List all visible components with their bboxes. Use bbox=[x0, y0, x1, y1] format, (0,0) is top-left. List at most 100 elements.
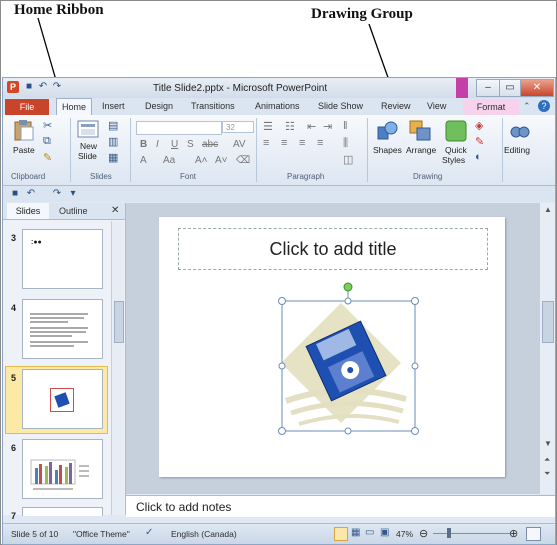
numbering-icon[interactable]: ☷ bbox=[285, 120, 295, 133]
align-center-icon[interactable]: ≡ bbox=[281, 137, 287, 149]
layout-icon[interactable]: ▤ bbox=[108, 119, 118, 132]
italic-icon[interactable]: I bbox=[156, 139, 159, 150]
tab-format[interactable]: Format bbox=[463, 99, 519, 115]
quick-styles-icon[interactable] bbox=[444, 119, 470, 143]
editing-button[interactable]: Editing bbox=[504, 145, 530, 155]
reset-icon[interactable]: ▥ bbox=[108, 135, 118, 148]
minimize-button[interactable]: – bbox=[476, 79, 500, 97]
strikethrough-icon[interactable]: abc bbox=[202, 139, 218, 150]
next-slide-icon[interactable]: ⏷ bbox=[544, 469, 550, 479]
reading-view-icon[interactable]: ▭ bbox=[365, 527, 374, 538]
zoom-slider[interactable] bbox=[433, 533, 511, 534]
indent-icon[interactable]: ⇤ bbox=[307, 120, 316, 133]
thumbnail-scrollbar[interactable] bbox=[111, 221, 124, 515]
tab-slide-show[interactable]: Slide Show bbox=[318, 101, 363, 111]
justify-icon[interactable]: ≡ bbox=[317, 137, 323, 149]
slide-thumbnail-6[interactable] bbox=[22, 439, 103, 499]
tab-home[interactable]: Home bbox=[56, 98, 92, 116]
close-button[interactable]: ✕ bbox=[520, 79, 554, 97]
align-right-icon[interactable]: ≡ bbox=[299, 137, 305, 149]
current-slide[interactable]: Click to add title bbox=[159, 217, 505, 477]
scroll-up-icon[interactable]: ▲ bbox=[544, 205, 552, 214]
previous-slide-icon[interactable]: ⏶ bbox=[544, 455, 550, 465]
shapes-button[interactable]: Shapes bbox=[373, 145, 402, 155]
section-icon[interactable]: ▦ bbox=[108, 151, 118, 164]
underline-icon[interactable]: U bbox=[171, 139, 178, 150]
font-color-icon[interactable]: A bbox=[140, 155, 147, 166]
minimize-ribbon-icon[interactable]: ⌃ bbox=[523, 101, 531, 112]
tab-review[interactable]: Review bbox=[381, 101, 411, 111]
quick-styles-label-2[interactable]: Styles bbox=[442, 155, 465, 165]
restore-button[interactable]: ▭ bbox=[499, 79, 521, 97]
slide-thumbnail-3[interactable]: :●● bbox=[22, 229, 103, 289]
slide-sorter-icon[interactable]: ▦ bbox=[351, 527, 360, 538]
smartart-icon[interactable]: ◫ bbox=[343, 153, 353, 166]
font-name-box[interactable] bbox=[136, 121, 222, 135]
language-status[interactable]: English (Canada) bbox=[171, 529, 237, 539]
paste-icon[interactable] bbox=[13, 119, 35, 141]
zoom-out-icon[interactable]: ⊖ bbox=[419, 527, 428, 540]
bold-icon[interactable]: B bbox=[140, 139, 147, 150]
shapes-icon[interactable] bbox=[375, 119, 401, 143]
tab-slides-pane[interactable]: Slides bbox=[7, 203, 49, 219]
bullets-icon[interactable]: ☰ bbox=[263, 120, 273, 133]
new-slide-icon[interactable] bbox=[77, 120, 101, 140]
slideshow-icon[interactable]: ▣ bbox=[380, 527, 389, 538]
save-icon[interactable]: ■ bbox=[23, 81, 35, 93]
change-case-icon[interactable]: Aa bbox=[163, 155, 175, 166]
outdent-icon[interactable]: ⇥ bbox=[323, 120, 332, 133]
qat-customize-icon[interactable]: ▾ bbox=[67, 188, 79, 200]
new-slide-label-1[interactable]: New bbox=[80, 141, 97, 151]
cut-icon[interactable]: ✂ bbox=[43, 119, 52, 132]
font-size-box[interactable]: 32 bbox=[222, 121, 254, 133]
new-slide-label-2[interactable]: Slide bbox=[78, 151, 97, 161]
tab-insert[interactable]: Insert bbox=[102, 101, 125, 111]
slide-thumbnail-4[interactable] bbox=[22, 299, 103, 359]
copy-icon[interactable]: ⧉ bbox=[43, 135, 51, 148]
qat-save-icon[interactable]: ■ bbox=[9, 188, 21, 200]
clear-format-icon[interactable]: ⌫ bbox=[236, 155, 250, 166]
quick-styles-label-1[interactable]: Quick bbox=[445, 145, 467, 155]
shape-fill-icon[interactable]: ◈ bbox=[475, 119, 483, 132]
slide-thumbnail-7[interactable] bbox=[22, 507, 103, 516]
floppy-clipart-selection[interactable] bbox=[271, 281, 421, 441]
shadow-icon[interactable]: S bbox=[187, 139, 194, 150]
align-left-icon[interactable]: ≡ bbox=[263, 137, 269, 149]
shape-effects-icon[interactable]: ◐ bbox=[475, 151, 482, 163]
tab-animations[interactable]: Animations bbox=[255, 101, 300, 111]
shape-outline-icon[interactable]: ✎ bbox=[475, 135, 484, 148]
columns-icon[interactable]: ⫼ bbox=[343, 137, 348, 150]
notes-placeholder[interactable]: Click to add notes bbox=[136, 500, 231, 514]
redo-icon[interactable]: ↷ bbox=[51, 81, 63, 93]
theme-status[interactable]: "Office Theme" bbox=[73, 529, 130, 539]
notes-pane[interactable]: Click to add notes bbox=[126, 495, 555, 517]
tab-file[interactable]: File bbox=[5, 99, 49, 115]
qat-undo-icon[interactable]: ↶ bbox=[25, 188, 37, 200]
tab-view[interactable]: View bbox=[427, 101, 446, 111]
title-placeholder[interactable]: Click to add title bbox=[178, 228, 488, 270]
tab-outline-pane[interactable]: Outline bbox=[59, 206, 88, 216]
fit-slide-icon[interactable] bbox=[526, 527, 541, 541]
paste-button[interactable]: Paste bbox=[13, 145, 35, 155]
powerpoint-app-icon[interactable]: P bbox=[7, 81, 19, 93]
zoom-level[interactable]: 47% bbox=[396, 529, 413, 539]
slide-scroll-thumb[interactable] bbox=[542, 301, 554, 343]
slide-vertical-scrollbar[interactable]: ▲ ▼ ⏶ ⏷ bbox=[539, 203, 555, 494]
scroll-down-icon[interactable]: ▼ bbox=[544, 439, 552, 448]
arrange-button[interactable]: Arrange bbox=[406, 145, 436, 155]
arrange-icon[interactable] bbox=[408, 119, 434, 143]
line-spacing-icon[interactable]: ‖ bbox=[343, 120, 348, 132]
zoom-slider-thumb[interactable] bbox=[447, 528, 451, 538]
spellcheck-icon[interactable]: ✓ bbox=[145, 527, 153, 538]
shrink-font-icon[interactable]: A˅ bbox=[215, 155, 228, 166]
undo-icon[interactable]: ↶ bbox=[37, 81, 49, 93]
slide-thumbnail-5[interactable] bbox=[22, 369, 103, 429]
grow-font-icon[interactable]: A˄ bbox=[195, 155, 208, 166]
tab-design[interactable]: Design bbox=[145, 101, 173, 111]
zoom-in-icon[interactable]: ⊕ bbox=[509, 527, 518, 540]
close-pane-icon[interactable]: ✕ bbox=[111, 205, 119, 216]
binoculars-icon[interactable] bbox=[509, 119, 531, 141]
qat-redo-icon[interactable]: ↷ bbox=[51, 188, 63, 200]
help-icon[interactable]: ? bbox=[538, 100, 550, 112]
format-painter-icon[interactable]: ✎ bbox=[43, 151, 52, 164]
